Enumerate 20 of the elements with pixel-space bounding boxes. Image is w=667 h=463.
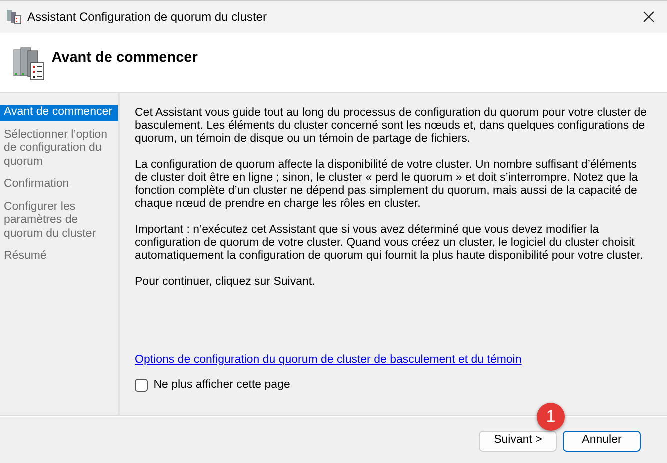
- step-number-badge: 1: [537, 403, 565, 431]
- cluster-icon: [6, 9, 22, 25]
- help-link[interactable]: Options de configuration du quorum de cluster de basculement et du témoin: [135, 354, 522, 366]
- paragraph: Cet Assistant vous guide tout au long du processus de configuration du quorum pour votre cluster de basculement. Les éléments du cluster concerné sont les nœuds et, dans quelques configurations de quorum, un témoin de disque ou un témoin de partage de fichiers.: [135, 107, 648, 146]
- paragraph: Pour continuer, cliquez sur Suivant.: [135, 276, 316, 289]
- wizard-step[interactable]: Sélectionner l’option de configuration du quorum: [0, 128, 118, 170]
- checkbox[interactable]: [135, 378, 148, 392]
- wizard-step[interactable]: Confirmation: [0, 177, 118, 192]
- wizard-step[interactable]: Configurer les paramètres de quorum du cluster: [0, 200, 118, 242]
- page-title: Avant de commencer: [52, 49, 198, 68]
- checkbox-label: Ne plus afficher cette page: [154, 378, 290, 393]
- window-title: Assistant Configuration de quorum du cluster: [28, 9, 268, 26]
- paragraph: La configuration de quorum affecte la disponibilité de votre cluster. Un nombre suffisant d’éléments de cluster doit être en ligne ; sinon, le cluster « perd le quorum » et doit s’interrompre. Notez que la fonction complète d’un cluster ne dépend pas simplement du quorum, mais aussi de la capacité de chaque nœud de prendre en charge les rôles en cluster.: [135, 159, 640, 211]
- cluster-icon: [12, 47, 46, 81]
- wizard-step[interactable]: Avant de commencer: [0, 105, 118, 120]
- paragraph: Important : n’exécutez cet Assistant que si vous avez déterminé que vous devez modifier la configuration de quorum de votre cluster. Quand vous créez un cluster, le logiciel du cluster choisit automatiquement la configuration de quorum qui fournit la plus haute disponibilité pour votre cluster.: [135, 224, 644, 263]
- close-icon[interactable]: [643, 11, 656, 23]
- cancel-button[interactable]: Annuler: [563, 430, 641, 452]
- next-button[interactable]: Suivant >: [479, 430, 558, 452]
- wizard-step[interactable]: Résumé: [0, 249, 118, 264]
